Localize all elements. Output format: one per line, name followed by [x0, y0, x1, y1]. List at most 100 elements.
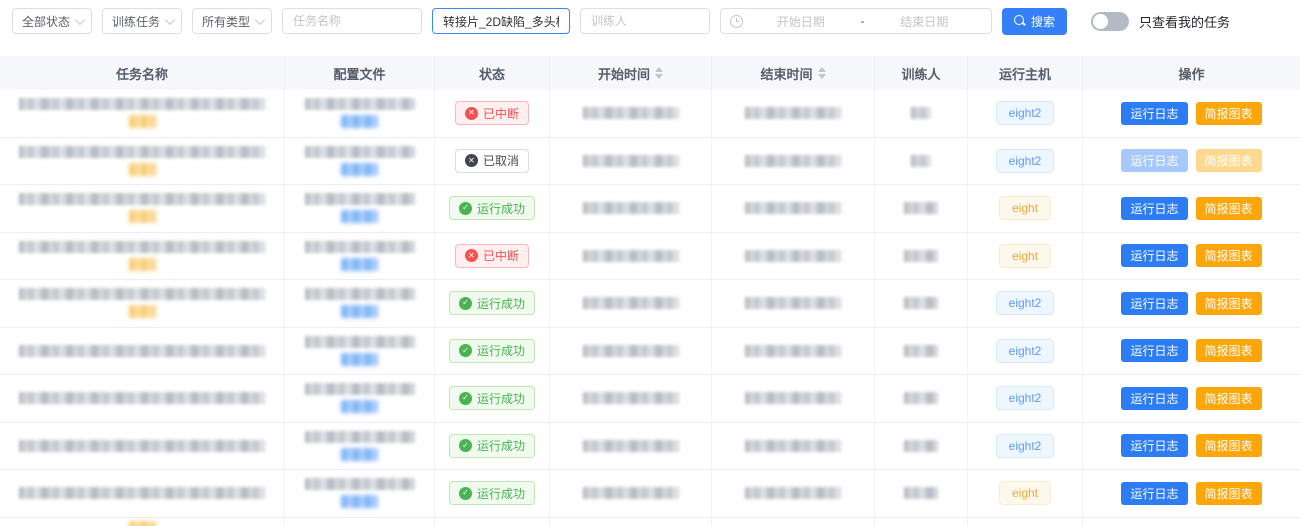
config-file-link-redacted[interactable] — [341, 400, 378, 413]
trainer-cell — [875, 518, 968, 526]
task-name-input[interactable] — [282, 8, 422, 34]
status-badge: ✓ 运行成功 — [449, 481, 535, 505]
status-icon: ✓ — [459, 392, 472, 405]
task-name-cell — [0, 423, 285, 470]
host-tag: eight2 — [996, 386, 1055, 410]
run-log-button[interactable]: 运行日志 — [1121, 339, 1187, 362]
trainer-cell — [875, 90, 968, 137]
host-tag: eight2 — [996, 434, 1055, 458]
category-filter-select[interactable]: 所有类型 — [192, 8, 272, 34]
task-name-text-redacted — [19, 392, 265, 404]
task-name-cell — [0, 90, 285, 137]
report-chart-button[interactable]: 简报图表 — [1196, 292, 1262, 315]
config-file-link-redacted[interactable] — [341, 210, 378, 223]
sort-control[interactable] — [818, 67, 826, 79]
report-chart-button[interactable]: 简报图表 — [1196, 434, 1262, 457]
trainer-cell — [875, 470, 968, 517]
table-row: ✓ 运行成功 eight 运行日志 简报图表 — [0, 185, 1300, 233]
task-name-tag-redacted — [129, 210, 156, 223]
config-file-link-redacted[interactable] — [341, 353, 378, 366]
status-badge: ✓ 运行成功 — [449, 339, 535, 363]
status-label: 已取消 — [483, 152, 519, 169]
start-time-cell — [550, 90, 712, 137]
report-chart-button[interactable]: 简报图表 — [1196, 339, 1262, 362]
start-time-cell — [550, 518, 712, 526]
config-file-text-redacted — [305, 383, 415, 395]
status-cell: ✕ 已取消 — [435, 138, 550, 185]
status-cell: ✓ 运行成功 — [435, 280, 550, 327]
start-time-cell — [550, 280, 712, 327]
report-chart-button[interactable]: 简报图表 — [1196, 244, 1262, 267]
sort-asc-icon[interactable] — [818, 67, 826, 72]
config-file-link-redacted[interactable] — [341, 495, 378, 508]
start-time-cell — [550, 328, 712, 375]
search-button[interactable]: 搜索 — [1002, 8, 1067, 35]
task-type-filter-select[interactable]: 训练任务 — [102, 8, 182, 34]
run-log-button[interactable]: 运行日志 — [1121, 292, 1187, 315]
report-chart-button[interactable]: 简报图表 — [1196, 102, 1262, 125]
toggle-knob — [1093, 14, 1108, 29]
status-filter-select[interactable]: 全部状态 — [12, 8, 92, 34]
task-name-text-redacted — [19, 440, 265, 452]
filter-bar: 全部状态 训练任务 所有类型 开始日期 - 结束日期 搜索 只查看我的任务 — [0, 0, 1300, 56]
task-name-text-redacted — [19, 241, 265, 253]
actions-cell: 运行日志 简报图表 — [1083, 185, 1300, 232]
trainer-cell — [875, 328, 968, 375]
run-log-button[interactable]: 运行日志 — [1121, 387, 1187, 410]
run-log-button[interactable]: 运行日志 — [1121, 102, 1187, 125]
run-log-button[interactable]: 运行日志 — [1121, 197, 1187, 220]
config-file-cell — [285, 185, 435, 232]
start-time-redacted — [583, 202, 679, 214]
sort-control[interactable] — [655, 67, 663, 79]
config-file-cell — [285, 233, 435, 280]
start-time-redacted — [583, 250, 679, 262]
status-cell: ✓ 运行成功 — [435, 185, 550, 232]
run-log-button[interactable]: 运行日志 — [1121, 244, 1187, 267]
status-icon: ✓ — [459, 202, 472, 215]
config-file-link-redacted[interactable] — [341, 115, 378, 128]
task-name-cell — [0, 375, 285, 422]
host-tag: eight2 — [996, 291, 1055, 315]
trainer-name-redacted — [904, 345, 938, 357]
run-log-button[interactable]: 运行日志 — [1121, 434, 1187, 457]
host-tag: eight — [999, 196, 1051, 220]
config-file-link-redacted[interactable] — [341, 163, 378, 176]
report-chart-button[interactable]: 简报图表 — [1196, 197, 1262, 220]
table-header-cell-3: 状态 — [435, 56, 550, 90]
host-tag: eight — [999, 481, 1051, 505]
table-row: ✕ 已中断 eight2 运行日志 简报图表 — [0, 90, 1300, 138]
host-cell — [968, 518, 1083, 526]
config-file-link-redacted[interactable] — [341, 258, 378, 271]
sort-desc-icon[interactable] — [655, 74, 663, 79]
config-file-cell — [285, 90, 435, 137]
search-button-label: 搜索 — [1031, 13, 1055, 30]
task-name-cell — [0, 138, 285, 185]
column-label: 状态 — [479, 64, 505, 83]
config-file-cell — [285, 138, 435, 185]
sort-desc-icon[interactable] — [818, 74, 826, 79]
end-time-cell — [712, 280, 875, 327]
report-chart-button[interactable]: 简报图表 — [1196, 149, 1262, 172]
report-chart-button[interactable]: 简报图表 — [1196, 482, 1262, 505]
actions-cell: 运行日志 简报图表 — [1083, 375, 1300, 422]
start-time-redacted — [583, 487, 679, 499]
my-tasks-toggle[interactable] — [1091, 12, 1129, 31]
trainer-name-redacted — [904, 440, 938, 452]
status-label: 运行成功 — [477, 295, 525, 312]
run-log-button[interactable]: 运行日志 — [1121, 482, 1187, 505]
trainer-cell — [875, 233, 968, 280]
config-file-text-redacted — [305, 241, 415, 253]
config-file-link-redacted[interactable] — [341, 305, 378, 318]
config-file-link-redacted[interactable] — [341, 448, 378, 461]
run-log-button[interactable]: 运行日志 — [1121, 149, 1187, 172]
trainer-input[interactable] — [580, 8, 710, 34]
status-label: 运行成功 — [477, 485, 525, 502]
status-filter-value: 全部状态 — [22, 13, 70, 30]
date-range-picker[interactable]: 开始日期 - 结束日期 — [720, 8, 992, 34]
report-chart-button[interactable]: 简报图表 — [1196, 387, 1262, 410]
host-cell: eight2 — [968, 328, 1083, 375]
status-label: 已中断 — [483, 247, 519, 264]
model-name-input[interactable] — [432, 8, 570, 34]
sort-asc-icon[interactable] — [655, 67, 663, 72]
start-time-cell — [550, 423, 712, 470]
